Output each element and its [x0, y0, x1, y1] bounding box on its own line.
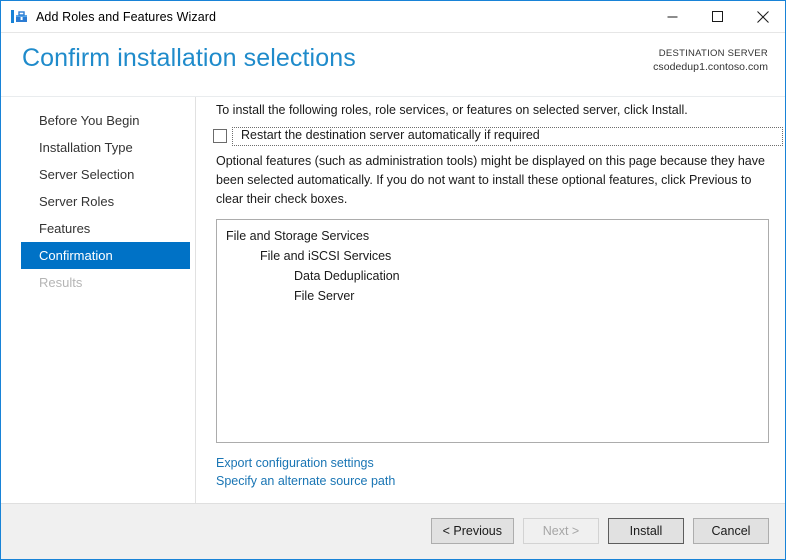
install-button[interactable]: Install: [608, 518, 684, 544]
cancel-button[interactable]: Cancel: [693, 518, 769, 544]
page-title: Confirm installation selections: [22, 44, 356, 73]
sidebar-item-installation-type[interactable]: Installation Type: [21, 134, 190, 161]
list-item[interactable]: File and iSCSI Services: [217, 246, 768, 266]
window-controls: [650, 1, 785, 32]
title-bar: Add Roles and Features Wizard: [1, 1, 785, 32]
wizard-footer: < Previous Next > Install Cancel: [1, 503, 785, 560]
wizard-toolbox-icon: [11, 9, 27, 25]
restart-checkbox-row[interactable]: Restart the destination server automatic…: [213, 127, 769, 147]
install-instruction-text: To install the following roles, role ser…: [216, 103, 688, 117]
optional-features-note: Optional features (such as administratio…: [216, 152, 772, 208]
selected-features-list[interactable]: File and Storage Services File and iSCSI…: [216, 219, 769, 443]
destination-server-block: DESTINATION SERVER csodedup1.contoso.com: [653, 48, 768, 74]
action-links: Export configuration settings Specify an…: [216, 454, 395, 490]
list-item[interactable]: Data Deduplication: [217, 266, 768, 286]
specify-alternate-source-path-link[interactable]: Specify an alternate source path: [216, 472, 395, 490]
footer-button-group: < Previous Next > Install Cancel: [431, 518, 769, 544]
body-area: Before You Begin Installation Type Serve…: [1, 97, 785, 503]
minimize-icon[interactable]: [650, 1, 695, 32]
page-header: Confirm installation selections DESTINAT…: [1, 33, 785, 97]
list-item[interactable]: File and Storage Services: [217, 226, 768, 246]
sidebar-item-server-selection[interactable]: Server Selection: [21, 161, 190, 188]
list-item[interactable]: File Server: [217, 286, 768, 306]
maximize-icon[interactable]: [695, 1, 740, 32]
window-title: Add Roles and Features Wizard: [36, 10, 216, 24]
destination-server-label: DESTINATION SERVER: [653, 48, 768, 61]
sidebar-item-server-roles[interactable]: Server Roles: [21, 188, 190, 215]
previous-button[interactable]: < Previous: [431, 518, 514, 544]
sidebar-item-confirmation[interactable]: Confirmation: [21, 242, 190, 269]
restart-server-checkbox[interactable]: [213, 129, 227, 143]
restart-server-checkbox-label[interactable]: Restart the destination server automatic…: [241, 128, 540, 142]
sidebar-item-results: Results: [21, 269, 190, 296]
wizard-window: Add Roles and Features Wizard Confirm in…: [0, 0, 786, 560]
sidebar-item-before-you-begin[interactable]: Before You Begin: [21, 107, 190, 134]
next-button: Next >: [523, 518, 599, 544]
close-icon[interactable]: [740, 1, 785, 32]
export-configuration-settings-link[interactable]: Export configuration settings: [216, 454, 395, 472]
destination-server-value: csodedup1.contoso.com: [653, 61, 768, 75]
content-pane: To install the following roles, role ser…: [197, 97, 785, 503]
sidebar-item-features[interactable]: Features: [21, 215, 190, 242]
wizard-navigation: Before You Begin Installation Type Serve…: [1, 97, 196, 503]
